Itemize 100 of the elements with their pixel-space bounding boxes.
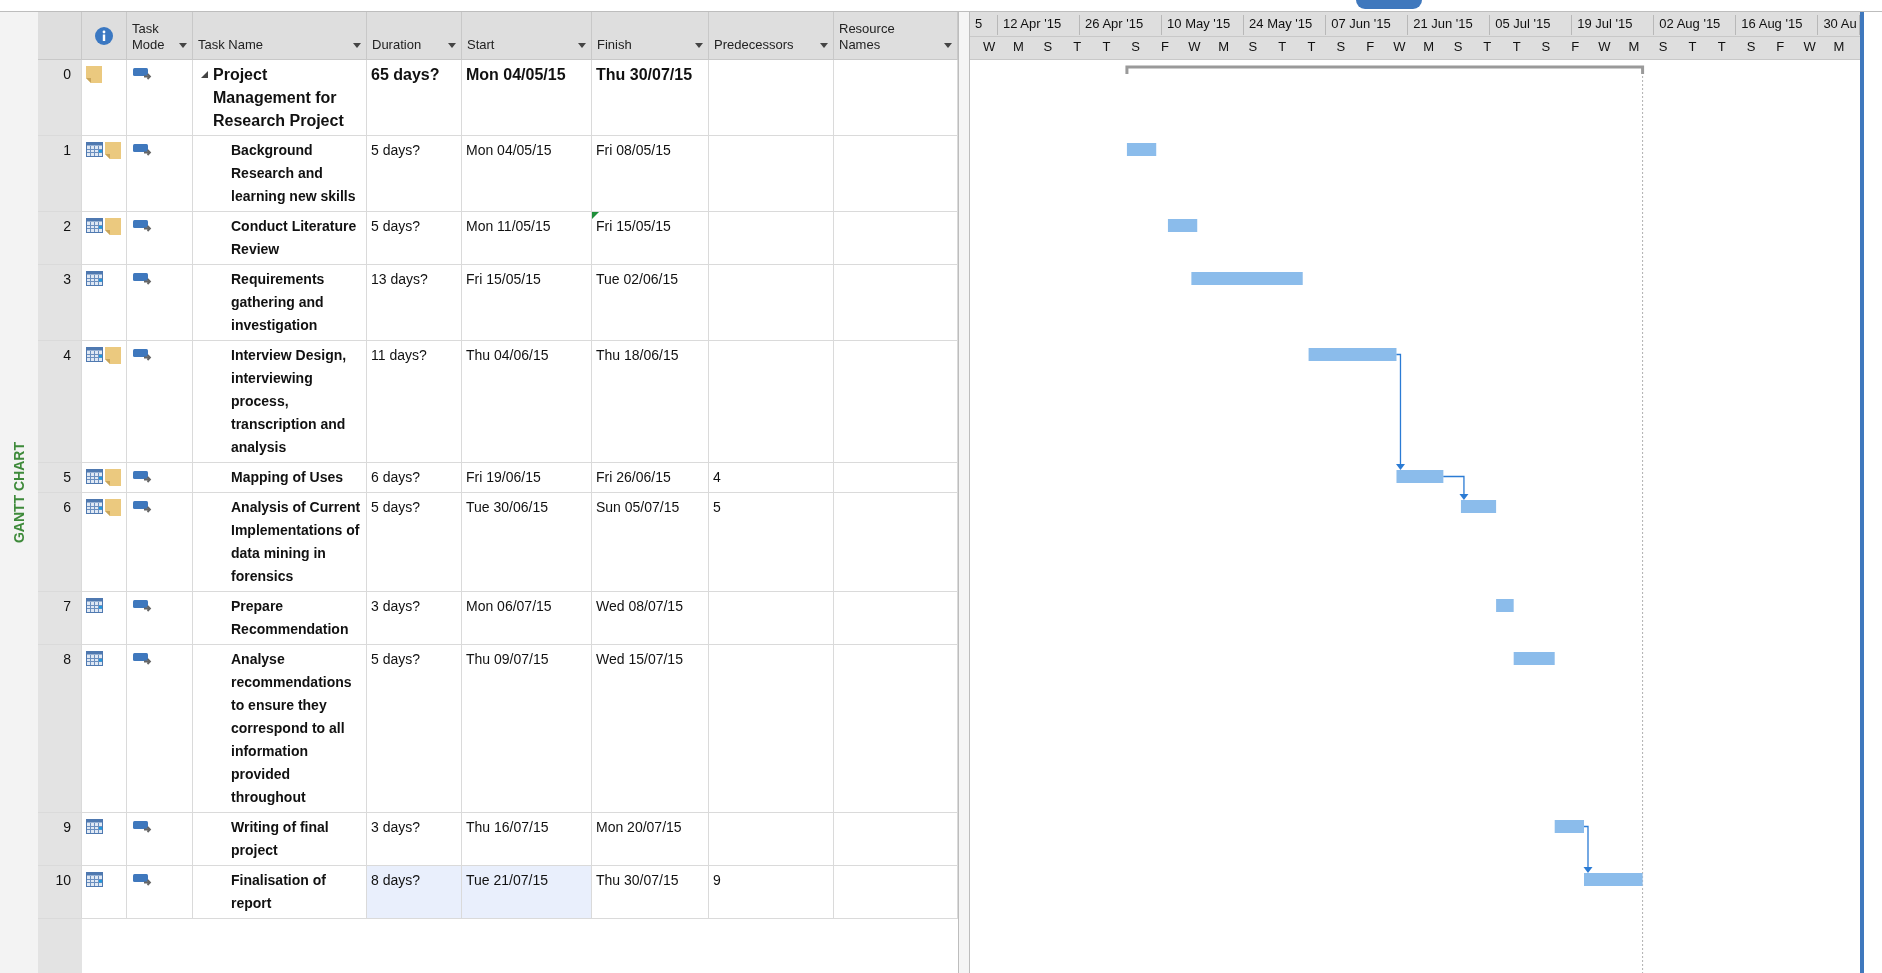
- note-icon: [105, 347, 121, 364]
- task-bar[interactable]: [1554, 820, 1584, 833]
- calendar-icon: [86, 872, 103, 887]
- timescale-day-label: F: [1365, 38, 1376, 56]
- timescale-day-label: M: [1627, 38, 1641, 56]
- task-mode-icon: [133, 501, 153, 514]
- task-bar[interactable]: [1191, 272, 1303, 285]
- row-number: 8: [38, 645, 82, 813]
- pane-splitter[interactable]: [958, 12, 970, 60]
- column-header[interactable]: Duration: [367, 12, 462, 60]
- flag-triangle-icon: [592, 212, 599, 219]
- task-bar[interactable]: [1167, 219, 1198, 232]
- dependency-arrow: [1583, 825, 1593, 873]
- task-name: Requirements gathering and investigation: [231, 270, 326, 335]
- timescale-major-label: 07 Jun '15: [1326, 15, 1409, 35]
- indicators-column-header[interactable]: [82, 12, 127, 60]
- finish-date: Tue 02/06/15: [596, 271, 678, 287]
- timescale-day-label: T: [1072, 38, 1083, 56]
- task-bar[interactable]: [1584, 873, 1643, 886]
- timescale-day-label: W: [1597, 38, 1612, 56]
- task-name: Prepare Recommendation: [231, 597, 350, 639]
- timescale-day-label: S: [1247, 38, 1259, 56]
- duration-cell: 5 days?: [367, 212, 462, 265]
- column-header[interactable]: Start: [462, 12, 592, 60]
- timescale-day-label: F: [1160, 38, 1170, 56]
- timescale-day-label: F: [1775, 38, 1786, 56]
- dropdown-caret-icon: [820, 43, 828, 48]
- row-number: 10: [38, 866, 82, 919]
- calendar-icon: [86, 347, 103, 362]
- task-name: Finalisation of report: [231, 871, 327, 913]
- timescale-major-label: 12 Apr '15: [998, 15, 1081, 35]
- duration-cell: 65 days?: [367, 60, 462, 136]
- task-mode-icon: [133, 349, 153, 362]
- finish-date: Mon 20/07/15: [596, 819, 682, 835]
- duration-cell: 13 days?: [367, 265, 462, 341]
- task-bar[interactable]: [1496, 599, 1514, 612]
- task-mode-icon: [133, 144, 153, 157]
- duration-cell: 5 days?: [367, 136, 462, 212]
- task-name: Conduct Literature Review: [231, 217, 358, 259]
- task-bar[interactable]: [1513, 652, 1555, 665]
- task-mode-icon: [133, 874, 153, 887]
- panel-tab-handle[interactable]: [1356, 0, 1422, 9]
- duration-cell: 5 days?: [367, 645, 462, 813]
- timescale-day-label: W: [1187, 38, 1202, 56]
- column-header[interactable]: Task Mode: [127, 12, 193, 60]
- calendar-icon: [86, 499, 103, 514]
- calendar-icon: [86, 598, 103, 613]
- task-name: Background Research and learning new skills: [231, 141, 357, 206]
- task-bar[interactable]: [1126, 143, 1157, 156]
- finish-date: Thu 18/06/15: [596, 347, 679, 363]
- row-number: 7: [38, 592, 82, 645]
- note-icon: [86, 66, 102, 83]
- finish-date: Thu 30/07/15: [596, 66, 693, 83]
- task-bar[interactable]: [1396, 470, 1444, 483]
- dropdown-caret-icon: [448, 43, 456, 48]
- calendar-icon: [86, 651, 103, 666]
- predecessors-cell: 9: [709, 866, 834, 919]
- row-number: 4: [38, 341, 82, 463]
- timescale-day-label: T: [1716, 38, 1727, 56]
- task-mode-icon: [133, 821, 153, 834]
- task-name: Analyse recommendations to ensure they correspond to all information provided throughout: [231, 650, 353, 807]
- task-bar[interactable]: [1308, 348, 1397, 361]
- finish-date: Thu 30/07/15: [596, 872, 679, 888]
- start-cell: Mon 04/05/15: [462, 136, 592, 212]
- timescale-day-label: M: [1832, 38, 1846, 56]
- timescale-day-label: S: [1540, 38, 1552, 56]
- task-name: Project Management for Research Project: [213, 65, 345, 131]
- dropdown-caret-icon: [944, 43, 952, 48]
- timescale-day-label: W: [1392, 38, 1407, 56]
- collapse-triangle-icon[interactable]: [201, 71, 208, 78]
- timescale-major-label: 16 Aug '15: [1736, 15, 1819, 35]
- finish-date: Fri 08/05/15: [596, 142, 671, 158]
- task-name: Mapping of Uses: [231, 468, 343, 487]
- row-number: 0: [38, 60, 82, 136]
- task-name: Analysis of Current Implementations of data mining in forensics: [231, 498, 362, 586]
- dropdown-caret-icon: [695, 43, 703, 48]
- start-cell: Fri 19/06/15: [462, 463, 592, 493]
- start-cell: Tue 30/06/15: [462, 493, 592, 592]
- calendar-icon: [86, 819, 103, 834]
- task-bar[interactable]: [1460, 500, 1497, 513]
- task-mode-icon: [133, 600, 153, 613]
- finish-date: Wed 08/07/15: [596, 598, 683, 614]
- dependency-arrow: [1442, 475, 1469, 500]
- corner-header-cell[interactable]: [38, 12, 82, 60]
- pane-splitter[interactable]: [958, 60, 970, 973]
- duration-cell: 6 days?: [367, 463, 462, 493]
- timescale-major-label: 26 Apr '15: [1080, 15, 1163, 35]
- column-header[interactable]: Predecessors: [709, 12, 834, 60]
- column-header[interactable]: Task Name: [193, 12, 367, 60]
- predecessors-cell: 5: [709, 493, 834, 592]
- start-cell: Mon 04/05/15: [462, 60, 592, 136]
- task-mode-icon: [133, 653, 153, 666]
- timescale-major-label: 02 Aug '15: [1654, 15, 1737, 35]
- timescale-major-label: 30 Au: [1818, 15, 1860, 35]
- column-header[interactable]: Finish: [592, 12, 709, 60]
- column-header[interactable]: Resource Names: [834, 12, 958, 60]
- timescale-day-label: T: [1277, 38, 1288, 56]
- timescale-day-label: T: [1511, 38, 1522, 56]
- note-icon: [105, 469, 121, 486]
- timescale-day-label: M: [1012, 38, 1025, 56]
